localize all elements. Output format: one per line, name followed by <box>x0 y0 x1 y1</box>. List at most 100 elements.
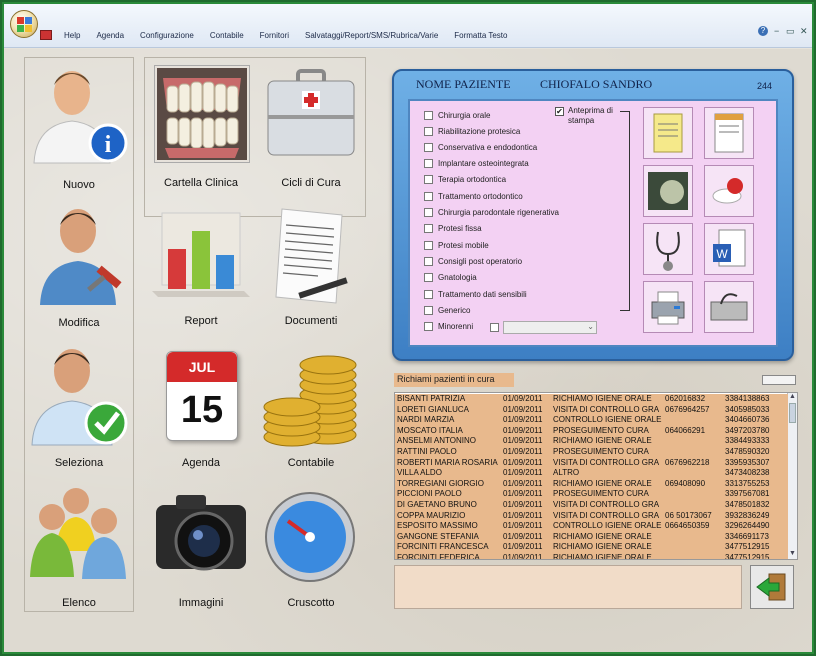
table-row[interactable]: BISANTI PATRIZIA 01/09/2011 RICHIAMO IGIEN… <box>395 394 788 405</box>
chk-minorenni[interactable]: Minorenni <box>424 322 473 331</box>
immagini-tile[interactable]: Immagini <box>148 485 254 613</box>
contabile-tile[interactable]: Contabile <box>258 345 364 473</box>
patient-name-cell: COPPA MAURIZIO <box>397 510 466 520</box>
quick-access-icon[interactable] <box>40 30 52 40</box>
table-row[interactable]: COPPA MAURIZIO 01/09/2011 VISITA DI CONTRO… <box>395 510 788 522</box>
menu-configurazione[interactable]: Configurazione <box>132 28 202 44</box>
modifica-tile[interactable]: Modifica <box>26 201 132 331</box>
recalls-scrollbar[interactable]: ▲ ▼ <box>787 393 797 559</box>
phone-cell: 062016832 <box>665 394 706 403</box>
menu-agenda[interactable]: Agenda <box>88 28 132 44</box>
table-row[interactable]: GANGONE STEFANIA 01/09/2011 RICHIAMO IGIEN… <box>395 531 788 543</box>
table-row[interactable]: ANSELMI ANTONINO 01/09/2011 RICHIAMO IGIEN… <box>395 436 788 447</box>
chk-chirurgia-parodontale[interactable]: Chirurgia parodontale rigenerativa <box>424 208 559 217</box>
menu-formatta-testo[interactable]: Formatta Testo <box>446 28 515 44</box>
print-stethoscope-button[interactable] <box>643 223 693 275</box>
minorenni-select[interactable]: ⌄ <box>503 321 597 334</box>
chk-protesi-fissa[interactable]: Protesi fissa <box>424 224 482 233</box>
menu-fornitori[interactable]: Fornitori <box>252 28 297 44</box>
print-pills-button[interactable] <box>704 165 754 217</box>
chk-terapia-ortodontica[interactable]: Terapia ortodontica <box>424 175 506 184</box>
minimize-icon[interactable]: − <box>774 26 779 36</box>
new-patient-icon: i <box>33 71 128 164</box>
nuovo-tile[interactable]: i Nuovo <box>26 63 132 193</box>
cicli-di-cura-tile[interactable]: Cicli di Cura <box>258 63 364 191</box>
table-row[interactable]: TORREGIANI GIORGIO 01/09/2011 RICHIAMO IGI… <box>395 478 788 490</box>
chk-conservativa[interactable]: Conservativa e endodontica <box>424 143 537 152</box>
help-icon[interactable]: ? <box>758 26 768 36</box>
mobile-cell: 3346691173 <box>725 531 769 541</box>
mobile-cell: 3384138863 <box>725 394 770 403</box>
recalls-button[interactable] <box>762 375 796 385</box>
report-tile[interactable]: Report <box>148 205 254 333</box>
chk-trattamento-ortodontico[interactable]: Trattamento ortodontico <box>424 192 523 201</box>
menu-help[interactable]: Help <box>56 28 88 44</box>
chk-generico[interactable]: Generico <box>424 306 470 315</box>
cruscotto-tile[interactable]: Cruscotto <box>258 485 364 613</box>
seleziona-label: Seleziona <box>54 457 104 469</box>
chk-protesi-mobile[interactable]: Protesi mobile <box>424 241 489 250</box>
phone-cell: 0664650359 <box>665 521 710 531</box>
dashboard-gauge-icon <box>265 492 355 582</box>
scroll-up-icon[interactable]: ▲ <box>788 393 797 402</box>
print-form-button[interactable] <box>704 107 754 159</box>
chk-consigli-post-operatorio[interactable]: Consigli post operatorio <box>424 257 522 266</box>
app-menu-button[interactable] <box>10 10 38 38</box>
printer-icon <box>651 291 685 325</box>
chk-gnatologia[interactable]: Gnatologia <box>424 273 477 282</box>
patient-name-label: NOME PAZIENTE <box>416 77 511 91</box>
stethoscope-icon <box>656 231 680 271</box>
print-notes-button[interactable] <box>643 107 693 159</box>
recalls-title: Richiami pazienti in cura <box>394 373 514 387</box>
logo-square-red <box>17 17 24 24</box>
print-medical-button[interactable] <box>704 281 754 333</box>
table-row[interactable]: FORCINITI FRANCESCA 01/09/2011 RICHIAMO IG… <box>395 542 788 553</box>
ribbon-bar: Help Agenda Configurazione Contabile For… <box>4 4 812 48</box>
date-cell: 01/09/2011 <box>503 521 543 531</box>
agenda-tile[interactable]: JUL 15 Agenda <box>148 345 254 473</box>
table-row[interactable]: ROBERTI MARIA ROSARIA 01/09/2011 VISITA DI… <box>395 457 788 469</box>
print-word-button[interactable]: W <box>704 223 754 275</box>
reason-cell: PROSEGUIMENTO CURA <box>553 425 649 435</box>
pills-icon <box>712 178 743 204</box>
modifica-label: Modifica <box>58 317 100 329</box>
elenco-tile[interactable]: Elenco <box>26 481 132 611</box>
menu-salvataggi[interactable]: Salvataggi/Report/SMS/Rubrica/Varie <box>297 28 446 44</box>
table-row[interactable]: LORETI GIANLUCA 01/09/2011 VISITA DI CONTR… <box>395 404 788 416</box>
medical-kit-icon <box>710 293 748 321</box>
close-icon[interactable]: ✕ <box>800 26 808 37</box>
date-cell: 01/09/2011 <box>503 404 543 414</box>
chk-implantare[interactable]: Implantare osteointegrata <box>424 159 529 168</box>
table-row[interactable]: ESPOSITO MASSIMO 01/09/2011 CONTROLLO IGIE… <box>395 521 788 532</box>
notes-area[interactable] <box>394 565 742 609</box>
table-row[interactable]: RATTINI PAOLO 01/09/2011 PROSEGUIMENTO CUR… <box>395 447 788 458</box>
seleziona-tile[interactable]: Seleziona <box>26 341 132 471</box>
table-row[interactable]: DI GAETANO BRUNO 01/09/2011 VISITA DI CONT… <box>395 500 788 511</box>
reason-cell: RICHIAMO IGIENE ORALE <box>553 436 652 446</box>
restore-icon[interactable]: ▭ <box>786 26 795 37</box>
table-row[interactable]: NARDI MARZIA 01/09/2011 CONTROLLO IGIENE O… <box>395 415 788 426</box>
bar-chart-icon <box>152 212 250 297</box>
print-printer-button[interactable] <box>643 281 693 333</box>
preview-checkbox[interactable]: ✔ <box>555 107 564 116</box>
chk-trattamento-dati-sensibili[interactable]: Trattamento dati sensibili <box>424 290 527 299</box>
menu-contabile[interactable]: Contabile <box>202 28 252 44</box>
table-row[interactable]: VILLA ALDO 01/09/2011 ALTRO 3473408238 <box>395 468 788 479</box>
table-row[interactable]: PICCIONI PAOLO 01/09/2011 PROSEGUIMENTO CU… <box>395 489 788 500</box>
cartella-clinica-tile[interactable]: Cartella Clinica <box>148 63 254 191</box>
recalls-list[interactable]: ▲ ▼ BISANTI PATRIZIA 01/09/2011 RICHIAMO I… <box>394 392 798 560</box>
scroll-down-icon[interactable]: ▼ <box>788 550 797 559</box>
chk-riabilitazione-protesica[interactable]: Riabilitazione protesica <box>424 127 520 136</box>
immagini-label: Immagini <box>178 597 224 609</box>
exit-button[interactable] <box>750 565 794 609</box>
table-row[interactable]: FORCINITI FEDERICA 01/09/2011 RICHIAMO IGI… <box>395 553 788 559</box>
scroll-thumb[interactable] <box>789 403 796 423</box>
date-cell: 01/09/2011 <box>503 415 543 425</box>
documenti-tile[interactable]: Documenti <box>258 205 364 333</box>
cicli-di-cura-label: Cicli di Cura <box>281 177 341 189</box>
print-xray-button[interactable] <box>643 165 693 217</box>
table-row[interactable]: MOSCATO ITALIA 01/09/2011 PROSEGUIMENTO CU… <box>395 425 788 437</box>
patient-name-cell: ROBERTI MARIA ROSARIA <box>397 457 498 467</box>
minorenni-extra-checkbox[interactable] <box>490 323 499 332</box>
chk-chirurgia-orale[interactable]: Chirurgia orale <box>424 111 490 120</box>
